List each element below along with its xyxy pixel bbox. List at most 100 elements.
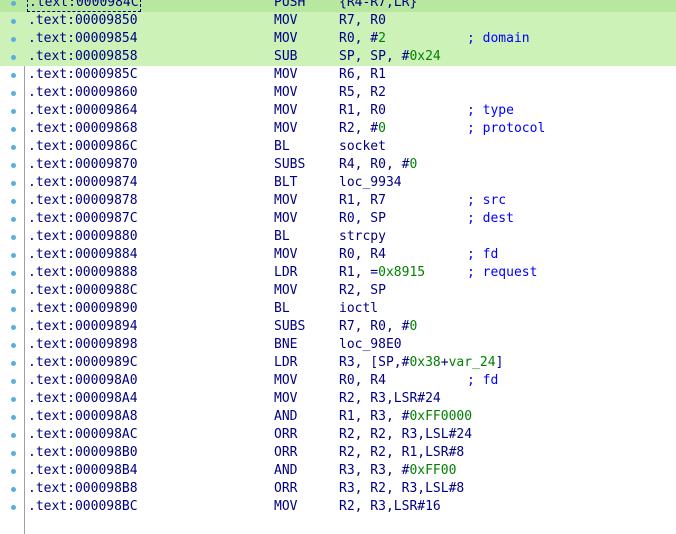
mnemonic[interactable]: ORR <box>274 444 297 462</box>
breakpoint-dot-icon[interactable] <box>11 307 16 312</box>
line-address[interactable]: .text:000098A4 <box>28 390 138 408</box>
operands[interactable]: R1, R7 <box>339 192 386 210</box>
line-address[interactable]: .text:00009854 <box>28 30 138 48</box>
code-line[interactable]: .text:00009860 MOV R5, R2 <box>0 84 676 102</box>
breakpoint-dot-icon[interactable] <box>11 217 16 222</box>
breakpoint-dot-icon[interactable] <box>11 487 16 492</box>
breakpoint-dot-icon[interactable] <box>11 379 16 384</box>
operands[interactable]: loc_9934 <box>339 174 402 192</box>
mnemonic[interactable]: MOV <box>274 30 297 48</box>
operands[interactable]: R1, =0x8915 <box>339 264 425 282</box>
code-line[interactable]: .text:00009868 MOV R2, #0 ; protocol <box>0 120 676 138</box>
code-line[interactable]: .text:00009870 SUBS R4, R0, #0 <box>0 156 676 174</box>
line-address[interactable]: .text:00009894 <box>28 318 138 336</box>
mnemonic[interactable]: SUB <box>274 48 297 66</box>
line-address[interactable]: .text:000098AC <box>28 426 138 444</box>
code-line[interactable]: .text:0000984C PUSH {R4-R7,LR} <box>0 0 676 12</box>
breakpoint-dot-icon[interactable] <box>11 433 16 438</box>
operands[interactable]: R5, R2 <box>339 84 386 102</box>
code-line[interactable]: .text:00009850 MOV R7, R0 <box>0 12 676 30</box>
line-address[interactable]: .text:000098A8 <box>28 408 138 426</box>
operands[interactable]: SP, SP, #0x24 <box>339 48 441 66</box>
code-line[interactable]: .text:000098A8 AND R1, R3, #0xFF0000 <box>0 408 676 426</box>
operands[interactable]: R0, R4 <box>339 372 386 390</box>
operands[interactable]: socket <box>339 138 386 156</box>
breakpoint-dot-icon[interactable] <box>11 19 16 24</box>
code-line[interactable]: .text:00009878 MOV R1, R7 ; src <box>0 192 676 210</box>
mnemonic[interactable]: MOV <box>274 372 297 390</box>
code-line[interactable]: .text:00009890 BL ioctl <box>0 300 676 318</box>
line-address[interactable]: .text:0000988C <box>28 282 138 300</box>
mnemonic[interactable]: BL <box>274 138 290 156</box>
breakpoint-dot-icon[interactable] <box>11 163 16 168</box>
operands[interactable]: R4, R0, #0 <box>339 156 417 174</box>
mnemonic[interactable]: MOV <box>274 66 297 84</box>
disassembly-view[interactable]: .text:0000984C PUSH {R4-R7,LR} .text:000098… <box>0 0 676 534</box>
breakpoint-dot-icon[interactable] <box>11 37 16 42</box>
mnemonic[interactable]: MOV <box>274 12 297 30</box>
operands[interactable]: R0, #2 <box>339 30 386 48</box>
mnemonic[interactable]: MOV <box>274 192 297 210</box>
mnemonic[interactable]: LDR <box>274 354 297 372</box>
line-address[interactable]: .text:0000986C <box>28 138 138 156</box>
operands[interactable]: {R4-R7,LR} <box>339 0 417 12</box>
breakpoint-dot-icon[interactable] <box>11 343 16 348</box>
code-line[interactable]: .text:00009888 LDR R1, =0x8915 ; request <box>0 264 676 282</box>
line-address[interactable]: .text:000098A0 <box>28 372 138 390</box>
code-line[interactable]: .text:00009898 BNE loc_98E0 <box>0 336 676 354</box>
operands[interactable]: R6, R1 <box>339 66 386 84</box>
breakpoint-dot-icon[interactable] <box>11 199 16 204</box>
line-address[interactable]: .text:0000985C <box>28 66 138 84</box>
breakpoint-dot-icon[interactable] <box>11 415 16 420</box>
code-line[interactable]: .text:000098B8 ORR R3, R2, R3,LSL#8 <box>0 480 676 498</box>
breakpoint-dot-icon[interactable] <box>11 451 16 456</box>
line-address[interactable]: .text:00009858 <box>28 48 138 66</box>
breakpoint-dot-icon[interactable] <box>11 127 16 132</box>
line-address[interactable]: .text:00009880 <box>28 228 138 246</box>
code-line[interactable]: .text:0000985C MOV R6, R1 <box>0 66 676 84</box>
operands[interactable]: R2, R3,LSR#24 <box>339 390 441 408</box>
operands[interactable]: strcpy <box>339 228 386 246</box>
code-line[interactable]: .text:000098A4 MOV R2, R3,LSR#24 <box>0 390 676 408</box>
code-line[interactable]: .text:00009874 BLT loc_9934 <box>0 174 676 192</box>
breakpoint-dot-icon[interactable] <box>11 1 16 6</box>
line-address[interactable]: .text:000098BC <box>28 498 138 516</box>
mnemonic[interactable]: PUSH <box>274 0 305 12</box>
code-line[interactable]: .text:0000989C LDR R3, [SP,#0x38+var_24] <box>0 354 676 372</box>
line-address[interactable]: .text:0000987C <box>28 210 138 228</box>
breakpoint-dot-icon[interactable] <box>11 253 16 258</box>
code-line[interactable]: .text:00009854 MOV R0, #2 ; domain <box>0 30 676 48</box>
operands[interactable]: R2, R2, R1,LSR#8 <box>339 444 464 462</box>
mnemonic[interactable]: BNE <box>274 336 297 354</box>
line-address[interactable]: .text:00009868 <box>28 120 138 138</box>
line-address[interactable]: .text:000098B4 <box>28 462 138 480</box>
code-line[interactable]: .text:00009880 BL strcpy <box>0 228 676 246</box>
operands[interactable]: R0, R4 <box>339 246 386 264</box>
breakpoint-dot-icon[interactable] <box>11 397 16 402</box>
mnemonic[interactable]: MOV <box>274 84 297 102</box>
breakpoint-dot-icon[interactable] <box>11 361 16 366</box>
line-address[interactable]: .text:00009870 <box>28 156 138 174</box>
operands[interactable]: R0, SP <box>339 210 386 228</box>
mnemonic[interactable]: BL <box>274 228 290 246</box>
breakpoint-dot-icon[interactable] <box>11 271 16 276</box>
mnemonic[interactable]: MOV <box>274 210 297 228</box>
operands[interactable]: R7, R0 <box>339 12 386 30</box>
line-address[interactable]: .text:00009850 <box>28 12 138 30</box>
operands[interactable]: R3, R2, R3,LSL#8 <box>339 480 464 498</box>
operands[interactable]: R1, R0 <box>339 102 386 120</box>
mnemonic[interactable]: MOV <box>274 120 297 138</box>
operands[interactable]: R2, #0 <box>339 120 386 138</box>
code-line[interactable]: .text:000098AC ORR R2, R2, R3,LSL#24 <box>0 426 676 444</box>
mnemonic[interactable]: ORR <box>274 480 297 498</box>
breakpoint-dot-icon[interactable] <box>11 109 16 114</box>
line-address[interactable]: .text:00009898 <box>28 336 138 354</box>
mnemonic[interactable]: SUBS <box>274 156 305 174</box>
code-line[interactable]: .text:00009864 MOV R1, R0 ; type <box>0 102 676 120</box>
mnemonic[interactable]: MOV <box>274 390 297 408</box>
line-address[interactable]: .text:000098B8 <box>28 480 138 498</box>
line-address[interactable]: .text:0000984C <box>27 0 141 12</box>
operands[interactable]: R3, R3, #0xFF00 <box>339 462 456 480</box>
code-line[interactable]: .text:0000986C BL socket <box>0 138 676 156</box>
line-address[interactable]: .text:00009888 <box>28 264 138 282</box>
